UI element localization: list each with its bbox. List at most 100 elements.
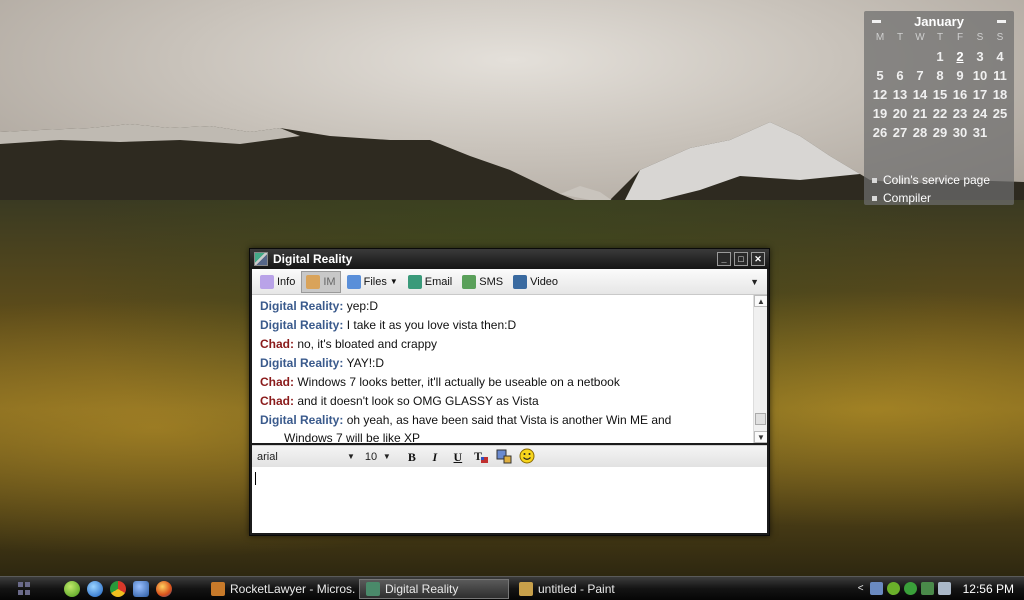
close-button[interactable]: ✕ <box>751 252 765 266</box>
calendar-day[interactable]: 24 <box>970 104 990 123</box>
font-size-select[interactable]: 10 ▼ <box>365 451 391 463</box>
calendar-day[interactable]: 7 <box>910 66 930 85</box>
calendar-day[interactable]: 10 <box>970 66 990 85</box>
message-text: I take it as you love vista then:D <box>343 318 517 332</box>
outlook-icon[interactable] <box>133 580 149 597</box>
calendar-day[interactable]: 4 <box>990 47 1010 66</box>
antivirus-icon[interactable] <box>903 582 917 595</box>
calendar-day[interactable]: 29 <box>930 123 950 142</box>
calendar-day[interactable]: 11 <box>990 66 1010 85</box>
calendar-day[interactable]: 12 <box>870 85 890 104</box>
toolbar-button-label: SMS <box>479 275 504 288</box>
format-toolbar: arial ▼ 10 ▼ B I U T <box>252 445 767 467</box>
taskbar-button[interactable]: untitled - Paint <box>513 579 623 599</box>
underline-button[interactable]: U <box>449 448 467 466</box>
chat-scrollbar[interactable]: ▲ ▼ <box>753 295 767 443</box>
calendar-day[interactable]: 14 <box>910 85 930 104</box>
toolbar-button-info[interactable]: Info <box>256 271 299 293</box>
toolbar-button-im[interactable]: IM <box>301 270 341 293</box>
message-sender: Digital Reality: <box>260 413 344 427</box>
italic-button[interactable]: I <box>426 448 444 466</box>
toolbar-button-video[interactable]: Video <box>509 271 562 293</box>
task-app-icon <box>211 581 225 596</box>
calendar-empty-cell <box>870 47 890 66</box>
toolbar-button-sms[interactable]: SMS <box>458 271 507 293</box>
calendar-day[interactable]: 9 <box>950 66 970 85</box>
gadget-links: Colin's service page Compiler <box>872 171 990 207</box>
weekday-header: W <box>915 32 925 43</box>
tray-expand-icon[interactable]: < <box>858 583 864 594</box>
calendar-day[interactable]: 22 <box>930 104 950 123</box>
system-tray: < 12:56 PM <box>858 577 1024 600</box>
chat-lines: Digital Reality: yep:D Digital Reality: I… <box>252 295 767 443</box>
contact-toolbar: Info IM Files ▼ Email SMS Video ▼ <box>252 269 767 295</box>
chrome-icon[interactable] <box>110 580 126 597</box>
start-button[interactable] <box>18 581 38 596</box>
calendar-day[interactable]: 17 <box>970 85 990 104</box>
scroll-up-icon[interactable]: ▲ <box>754 295 767 307</box>
chat-history: Digital Reality: yep:D Digital Reality: I… <box>252 295 767 443</box>
message-sender: Chad: <box>260 394 294 408</box>
font-size-value: 10 <box>364 450 378 463</box>
chevron-down-icon: ▼ <box>347 452 355 461</box>
calendar-day[interactable]: 16 <box>950 85 970 104</box>
internet-explorer-icon[interactable] <box>87 580 103 597</box>
im-window: Digital Reality _ □ ✕ Info IM Files ▼ Email S… <box>249 248 770 536</box>
network-icon[interactable] <box>869 582 883 595</box>
taskbar-button[interactable]: Digital Reality <box>359 578 509 599</box>
toolbar-button-files[interactable]: Files ▼ <box>343 271 402 293</box>
messenger-icon[interactable] <box>64 580 80 597</box>
emoticon-button[interactable] <box>518 448 536 466</box>
text-color-button[interactable]: T <box>472 448 490 466</box>
maximize-button[interactable]: □ <box>734 252 748 266</box>
files-icon <box>346 274 361 289</box>
clock[interactable]: 12:56 PM <box>963 582 1014 596</box>
calendar-day[interactable]: 27 <box>890 123 910 142</box>
calendar-day[interactable]: 30 <box>950 123 970 142</box>
font-family-select[interactable]: arial ▼ <box>257 451 355 463</box>
calendar-day[interactable]: 25 <box>990 104 1010 123</box>
calendar-day[interactable]: 8 <box>930 66 950 85</box>
calendar-day[interactable]: 6 <box>890 66 910 85</box>
gadget-link-label: Colin's service page <box>883 173 991 187</box>
calendar-header: January <box>864 11 1014 29</box>
scroll-down-icon[interactable]: ▼ <box>754 431 767 443</box>
gadget-link-compiler[interactable]: Compiler <box>872 189 990 207</box>
message-input[interactable] <box>252 467 767 533</box>
calendar-day[interactable]: 26 <box>870 123 890 142</box>
message-text: oh yeah, as have been said that Vista is… <box>343 413 672 427</box>
firefox-icon[interactable] <box>156 580 172 597</box>
minimize-button[interactable]: _ <box>717 252 731 266</box>
gadget-link-service-page[interactable]: Colin's service page <box>872 171 990 189</box>
messenger-tray-icon[interactable] <box>886 582 900 595</box>
calendar-day[interactable]: 28 <box>910 123 930 142</box>
toolbar-button-email[interactable]: Email <box>404 271 457 293</box>
previous-month-button[interactable] <box>872 19 881 23</box>
toolbar-menu-arrow-icon[interactable]: ▼ <box>746 277 763 287</box>
calendar-day[interactable]: 15 <box>930 85 950 104</box>
calendar-day[interactable]: 5 <box>870 66 890 85</box>
scroll-thumb[interactable] <box>755 413 766 425</box>
bullet-icon <box>872 195 877 201</box>
calendar-day[interactable]: 3 <box>970 47 990 66</box>
calendar-day[interactable]: 2 <box>950 47 970 66</box>
calendar-day[interactable]: 19 <box>870 104 890 123</box>
weekday-header: S <box>996 32 1004 43</box>
bold-button[interactable]: B <box>403 448 421 466</box>
chat-message: Chad: and it doesn't look so OMG GLASSY … <box>260 392 747 411</box>
calendar-day[interactable]: 20 <box>890 104 910 123</box>
taskbar-button[interactable]: RocketLawyer - Micros... <box>205 579 355 599</box>
volume-icon[interactable] <box>937 582 951 595</box>
calendar-day[interactable]: 1 <box>930 47 950 66</box>
next-month-button[interactable] <box>997 19 1006 23</box>
calendar-day[interactable]: 13 <box>890 85 910 104</box>
calendar-day[interactable]: 31 <box>970 123 990 142</box>
calendar-day[interactable]: 21 <box>910 104 930 123</box>
calendar-day[interactable]: 23 <box>950 104 970 123</box>
wireless-icon[interactable] <box>920 582 934 595</box>
email-icon <box>407 274 422 289</box>
window-titlebar[interactable]: Digital Reality _ □ ✕ <box>250 249 769 269</box>
background-color-button[interactable] <box>495 448 513 466</box>
calendar-day[interactable]: 18 <box>990 85 1010 104</box>
weekday-header: F <box>956 32 964 43</box>
